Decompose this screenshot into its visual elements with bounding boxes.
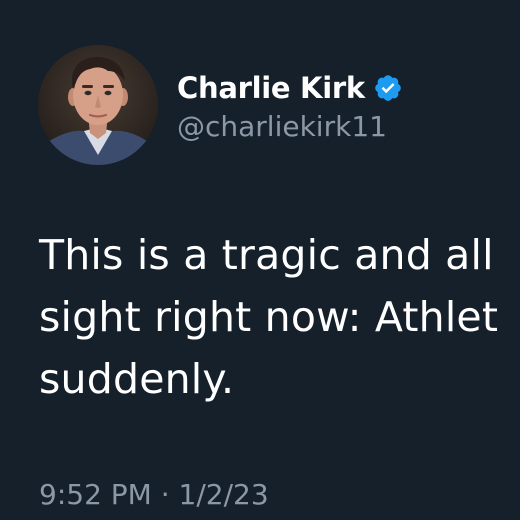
profile-photo-icon bbox=[38, 45, 158, 165]
author-name-row[interactable]: Charlie Kirk bbox=[177, 66, 403, 110]
verified-badge-icon bbox=[373, 73, 403, 103]
tweet-body-line: This is a tragic and all bbox=[39, 231, 494, 279]
tweet-body: This is a tragic and all sight right now… bbox=[39, 224, 520, 410]
tweet-card: Charlie Kirk @charliekirk11 This is a tr… bbox=[0, 0, 520, 520]
display-name[interactable]: Charlie Kirk bbox=[177, 73, 365, 103]
user-handle[interactable]: @charliekirk11 bbox=[177, 111, 387, 143]
tweet-timestamp[interactable]: 9:52 PM · 1/2/23 bbox=[39, 478, 269, 511]
tweet-body-line: sight right now: Athlet bbox=[39, 293, 499, 341]
avatar[interactable] bbox=[38, 45, 158, 165]
tweet-body-line: suddenly. bbox=[39, 355, 235, 403]
